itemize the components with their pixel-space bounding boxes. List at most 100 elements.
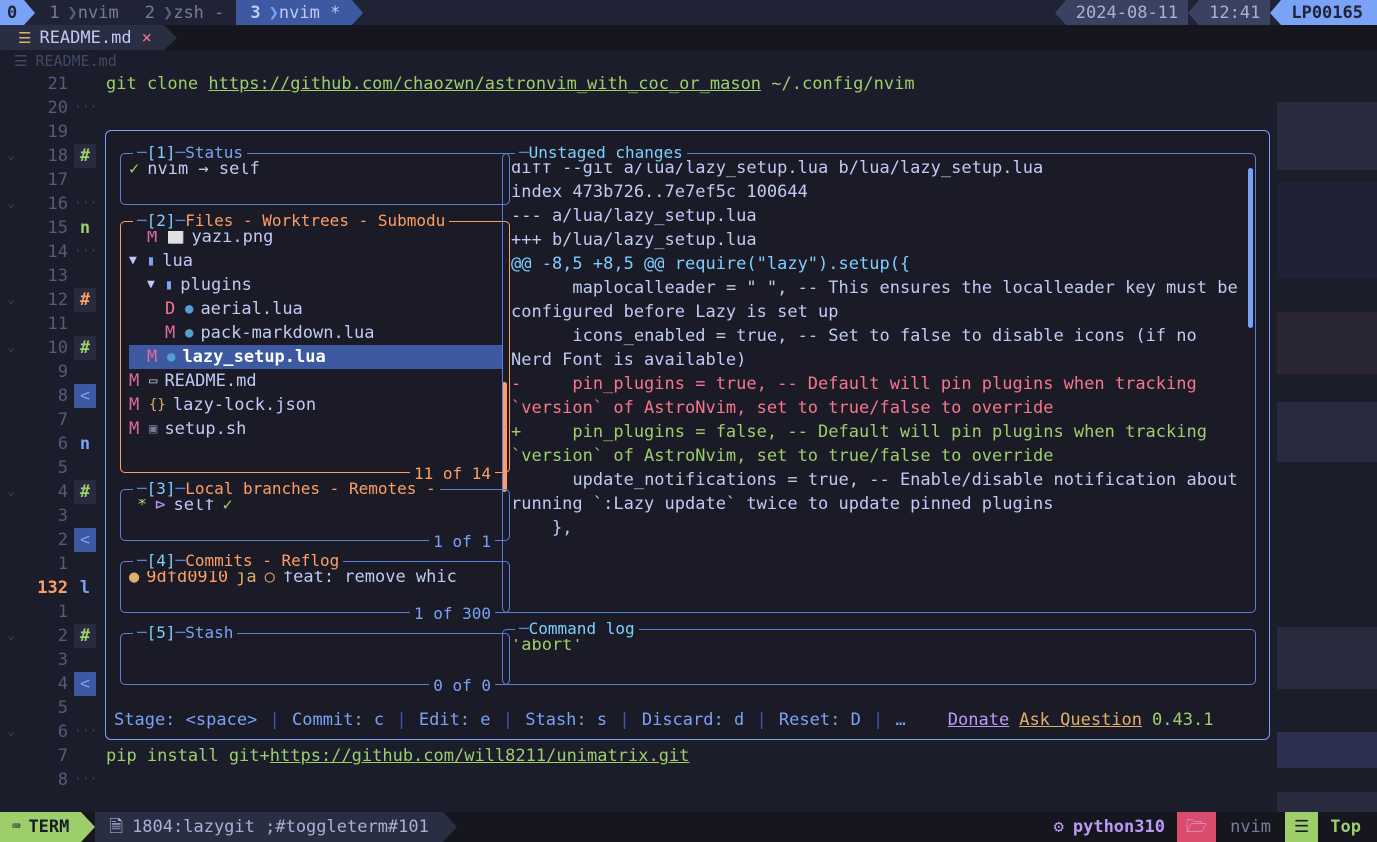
- keybind-stage[interactable]: Stage: <space>: [114, 708, 257, 732]
- editor-line[interactable]: 20 ···: [0, 96, 1377, 120]
- file-status-letter: M: [129, 395, 140, 415]
- tab-1-label: nvim: [77, 2, 119, 23]
- statusline-file-info: 🗎 1804:lazygit ;#toggleterm#101: [95, 812, 443, 842]
- line-number: 8: [57, 770, 68, 790]
- md-icon: ▭: [149, 373, 158, 389]
- lazygit-file-row[interactable]: ▼ ▮ lua: [129, 249, 503, 273]
- code-text-suffix: ~/.config/nvim: [761, 74, 915, 94]
- diff-line-ctx[interactable]: update_notifications = true, -- Enable/d…: [511, 468, 1247, 516]
- lazygit-status-title-text: Status: [185, 143, 243, 162]
- keybind-more[interactable]: …: [896, 708, 906, 732]
- diff-line-ctx[interactable]: --- a/lua/lazy_setup.lua: [511, 204, 1247, 228]
- tab-2[interactable]: 2 ❯ zsh -: [131, 0, 237, 25]
- keybind-commit[interactable]: Commit: c: [292, 708, 384, 732]
- lazygit-file-row[interactable]: M ▭ README.md: [129, 369, 503, 393]
- url-link[interactable]: https://github.com/will8211/unimatrix.gi…: [270, 746, 690, 766]
- mode-indicator: ⌨ TERM: [0, 812, 82, 842]
- lazygit-file-row[interactable]: D ● aerial.lua: [129, 297, 503, 321]
- lazygit-panel-status[interactable]: ─[1]─Status ✓ nvim → self: [120, 143, 510, 205]
- lazygit-stash-title-text: Stash: [185, 623, 234, 642]
- lazygit-file-row-selected[interactable]: M ● lazy_setup.lua: [129, 345, 503, 369]
- lazygit-files-list[interactable]: M ⬜ yazi.png ▼ ▮ lua ▼ ▮ plugins D ● aerial.lua M ● pa…: [121, 222, 509, 441]
- tab-2-number: 2: [144, 2, 155, 23]
- file-status-letter: M: [129, 419, 140, 439]
- keybind-stash[interactable]: Stash: s: [525, 708, 607, 732]
- diff-line-ctx[interactable]: index 473b726..7e7ef5c 100644: [511, 180, 1247, 204]
- position-icon-chip[interactable]: ☰: [1285, 812, 1319, 842]
- lazygit-stash-title: ─[5]─Stash: [133, 623, 238, 643]
- date-display: 2024-08-11: [1065, 0, 1189, 25]
- lazygit-panel-diff[interactable]: ─Unstaged changes diff --git a/lua/lazy_…: [502, 143, 1256, 613]
- fold-chevron-icon[interactable]: ⌄: [0, 720, 22, 744]
- lazygit-file-name: lua: [162, 251, 193, 271]
- lazygit-diff-content[interactable]: diff --git a/lua/lazy_setup.lua b/lua/la…: [503, 154, 1255, 540]
- diff-scrollbar[interactable]: [1248, 168, 1253, 328]
- lazygit-panel-stash[interactable]: ─[5]─Stash 0 of 0: [120, 623, 510, 696]
- fold-chevron-icon[interactable]: ⌄: [0, 144, 22, 168]
- shell-icon: ▣: [149, 421, 158, 437]
- tabline-badge: 0: [0, 0, 36, 25]
- lazygit-panel-commits[interactable]: ─[4]─Commits - Reflog ● 9dfd0910 ja ○ fe…: [120, 551, 510, 624]
- lazygit-file-name: setup.sh: [164, 419, 247, 439]
- diff-line-del[interactable]: - pin_plugins = true, -- Default will pi…: [511, 372, 1247, 420]
- line-number: 7: [57, 410, 68, 430]
- keybind-discard[interactable]: Discard: d: [642, 708, 744, 732]
- keybind-reset[interactable]: Reset: D: [779, 708, 861, 732]
- python-icon: ⚙: [1053, 817, 1064, 837]
- line-number: 13: [47, 266, 68, 286]
- editor-line[interactable]: 8 ···: [0, 768, 1377, 792]
- fold-chevron-icon[interactable]: ⌄: [0, 336, 22, 360]
- editor-line-text: pip install git+https://github.com/will8…: [96, 744, 689, 768]
- lazygit-file-name: README.md: [164, 371, 257, 391]
- lazygit-file-row[interactable]: ▼ ▮ plugins: [129, 273, 503, 297]
- diff-line-hunk[interactable]: @@ -8,5 +8,5 @@ require("lazy").setup({: [511, 252, 1247, 276]
- url-link[interactable]: https://github.com/chaozwn/astronvim_wit…: [208, 74, 761, 94]
- chevron-down-icon[interactable]: ▼: [147, 273, 155, 297]
- lazygit-file-row[interactable]: M ▣ setup.sh: [129, 417, 503, 441]
- tabline-badge-arrow: [24, 0, 36, 25]
- lazygit-file-row[interactable]: M {} lazy-lock.json: [129, 393, 503, 417]
- tab-2-label: zsh -: [173, 2, 225, 23]
- statusline: ⌨ TERM 🗎 1804:lazygit ;#toggleterm#101 ⚙…: [0, 812, 1377, 842]
- python-env-indicator[interactable]: ⚙ python310: [1042, 815, 1177, 839]
- sign-column-mark: #: [74, 288, 96, 312]
- keybind-edit[interactable]: Edit: e: [419, 708, 491, 732]
- diff-line-ctx[interactable]: },: [511, 516, 1247, 540]
- buffer-tab-readme[interactable]: ☰ README.md ×: [0, 25, 164, 50]
- lazygit-file-row[interactable]: M ● pack-markdown.lua: [129, 321, 503, 345]
- chevron-right-icon: ❯: [67, 2, 78, 23]
- lsp-icon-chip[interactable]: 🗁: [1176, 812, 1217, 842]
- editor-line[interactable]: 7 pip install git+https://github.com/will…: [0, 744, 1377, 768]
- close-icon[interactable]: ×: [142, 26, 152, 50]
- json-icon: {}: [149, 397, 166, 413]
- tabline-badge-number: 0: [0, 0, 25, 25]
- chevron-down-icon[interactable]: ▼: [129, 249, 137, 273]
- diff-line-ctx[interactable]: icons_enabled = true, -- Set to false to…: [511, 324, 1247, 372]
- lazygit-panel-command-log[interactable]: ─Command log 'abort': [502, 619, 1256, 685]
- lazygit-floating-window[interactable]: ─[1]─Status ✓ nvim → self ─[2]─Files - W…: [105, 130, 1270, 740]
- fold-chevron-icon[interactable]: ⌄: [0, 624, 22, 648]
- sign-column-mark: #: [74, 144, 96, 168]
- fold-chevron-icon[interactable]: ⌄: [0, 480, 22, 504]
- lazygit-status-title: ─[1]─Status: [133, 143, 247, 163]
- fold-chevron-icon[interactable]: ⌄: [0, 288, 22, 312]
- diff-line-ctx[interactable]: +++ b/lua/lazy_setup.lua: [511, 228, 1247, 252]
- lazygit-branches-title: ─[3]─Local branches - Remotes -: [133, 479, 440, 499]
- lazygit-panel-branches[interactable]: ─[3]─Local branches - Remotes - * ⊳ self…: [120, 479, 510, 552]
- lazygit-branches-title-text: Local branches - Remotes -: [185, 479, 436, 498]
- line-number: 1: [57, 602, 68, 622]
- fold-chevron-icon[interactable]: ⌄: [0, 192, 22, 216]
- donate-link[interactable]: Donate: [948, 708, 1009, 732]
- ask-question-link[interactable]: Ask Question: [1019, 708, 1142, 732]
- lazygit-branches-count: 1 of 1: [429, 532, 495, 552]
- tab-1[interactable]: 1 ❯ nvim: [35, 0, 130, 25]
- lazygit-commits-count: 1 of 300: [409, 604, 495, 624]
- line-number: 14: [47, 242, 68, 262]
- tab-3[interactable]: 3 ❯ nvim *: [236, 0, 353, 25]
- diff-line-add[interactable]: + pin_plugins = false, -- Default will p…: [511, 420, 1247, 468]
- editor-line[interactable]: 21 git clone https://github.com/chaozwn/a…: [0, 72, 1377, 96]
- lazygit-file-name: aerial.lua: [200, 299, 303, 319]
- diff-line-ctx[interactable]: maplocalleader = " ", -- This ensures th…: [511, 276, 1247, 324]
- lazygit-panel-files[interactable]: ─[2]─Files - Worktrees - Submodu M ⬜ yazi.…: [120, 211, 510, 492]
- line-number: 16: [47, 194, 68, 214]
